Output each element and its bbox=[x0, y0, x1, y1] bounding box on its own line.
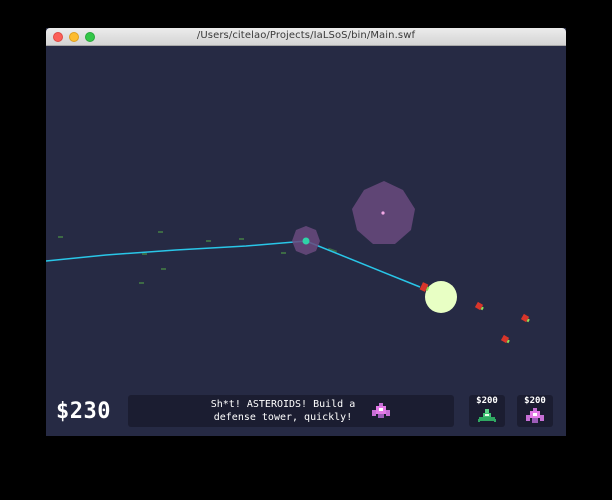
game-hud: $230 Sh*t! ASTEROIDS! Build a defense to… bbox=[46, 391, 566, 436]
money-counter: $230 bbox=[56, 399, 111, 424]
debris-particle bbox=[206, 240, 211, 242]
defense-tower-core bbox=[302, 237, 310, 245]
purple-tower-icon bbox=[526, 408, 544, 423]
game-window: /Users/citelao/Projects/IaLSoS/bin/Main.… bbox=[46, 28, 566, 436]
window-title: /Users/citelao/Projects/IaLSoS/bin/Main.… bbox=[196, 30, 416, 41]
shop-item-green-tower[interactable]: $200 bbox=[469, 395, 505, 427]
game-scene[interactable] bbox=[46, 46, 566, 436]
laser-beam bbox=[46, 240, 307, 262]
debris-particle bbox=[161, 268, 166, 270]
shop-item-price: $200 bbox=[524, 396, 546, 406]
debris-particle bbox=[239, 238, 244, 240]
game-stage[interactable]: $230 Sh*t! ASTEROIDS! Build a defense to… bbox=[46, 46, 566, 436]
debris-particle bbox=[281, 252, 286, 254]
shop-item-purple-tower[interactable]: $200 bbox=[517, 395, 553, 427]
debris-particle bbox=[139, 282, 144, 284]
message-line-2: defense tower, quickly! bbox=[213, 412, 353, 423]
shop-item-price: $200 bbox=[476, 396, 498, 406]
debris-particle bbox=[58, 236, 63, 238]
tower-core bbox=[381, 211, 385, 215]
debris-particle bbox=[142, 253, 147, 255]
title-bar[interactable]: /Users/citelao/Projects/IaLSoS/bin/Main.… bbox=[46, 28, 566, 46]
tutorial-message: Sh*t! ASTEROIDS! Build a defense tower, … bbox=[198, 398, 368, 424]
purple-tower-icon bbox=[372, 403, 390, 418]
message-panel: Sh*t! ASTEROIDS! Build a defense tower, … bbox=[128, 395, 454, 427]
debris-particle bbox=[158, 231, 163, 233]
asteroid[interactable] bbox=[520, 313, 531, 323]
asteroid[interactable] bbox=[474, 301, 485, 311]
asteroid[interactable] bbox=[500, 334, 511, 344]
green-tower-icon bbox=[478, 409, 496, 422]
laser-beam-2 bbox=[305, 240, 421, 288]
message-line-1: Sh*t! ASTEROIDS! Build a bbox=[210, 399, 356, 410]
energy-projectile bbox=[425, 281, 457, 313]
